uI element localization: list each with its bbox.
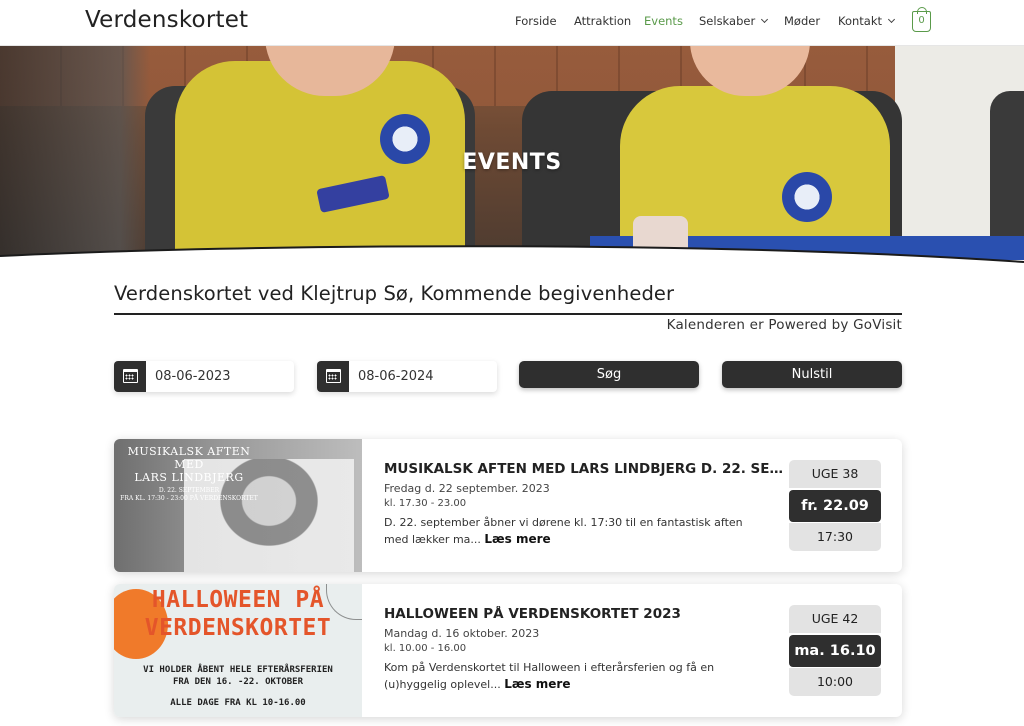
from-date-field[interactable] [114,361,294,392]
nav-item-moder[interactable]: Møder [784,14,820,28]
event-image[interactable]: MUSIKALSK AFTEN MED LARS LINDBJERG D. 22… [114,439,362,572]
event-image[interactable]: HALLOWEEN PÅ VERDENSKORTET VI HOLDER ÅBE… [114,584,362,717]
from-date-input[interactable] [146,361,294,392]
calendar-icon [326,369,341,383]
event-description: Kom på Verdenskortet til Halloween i eft… [384,659,764,693]
reset-button[interactable]: Nulstil [722,361,902,388]
section-divider [114,313,902,315]
cart-count: 0 [918,15,925,26]
event-time: kl. 10.00 - 16.00 [384,643,467,654]
read-more-link[interactable]: Læs mere [484,532,550,546]
to-date-input[interactable] [349,361,497,392]
event-start-time: 10:00 [789,668,881,696]
hero-chair [990,91,1024,260]
cart-icon[interactable]: 0 [912,7,931,32]
nav-item-attraktion[interactable]: Attraktion [574,14,631,28]
nav-item-kontakt[interactable]: Kontakt [838,14,896,28]
calendar-icon [123,369,138,383]
event-title[interactable]: MUSIKALSK AFTEN MED LARS LINDBJERG D. 22… [384,461,784,477]
event-date-box: UGE 38 fr. 22.09 17:30 [789,460,881,551]
event-image-line: VI HOLDER ÅBENT HELE EFTERÅRSFERIEN [143,665,333,675]
event-image-line: MED [174,458,204,471]
event-image-line: MUSIKALSK AFTEN [127,445,251,458]
event-date: Fredag d. 22 september. 2023 [384,482,550,495]
read-more-link[interactable]: Læs mere [504,677,570,691]
nav-item-events[interactable]: Events [644,14,683,28]
event-description: D. 22. september åbner vi dørene kl. 17:… [384,514,764,548]
event-date: Mandag d. 16 oktober. 2023 [384,627,540,640]
nav-item-selskaber-label: Selskaber [699,14,756,28]
event-image-line: FRA KL. 17:30 - 23:00 PÅ VERDENSKORTET [120,495,258,502]
site-header: Verdenskortet Forside Attraktion Events … [0,0,1024,46]
event-week: UGE 42 [789,605,881,633]
event-time: kl. 17.30 - 23.00 [384,498,467,509]
event-day: fr. 22.09 [789,490,881,522]
event-image-line: FRA DEN 16. -22. OKTOBER [172,677,304,687]
chevron-down-icon [761,15,769,24]
calendar-icon-button[interactable] [114,361,146,392]
event-image-title: MUSIKALSK AFTEN MED LARS LINDBJERG [114,445,264,484]
event-image-line: VERDENSKORTET [144,615,332,641]
section-title: Verdenskortet ved Klejtrup Sø, Kommende … [114,282,675,305]
event-date-box: UGE 42 ma. 16.10 10:00 [789,605,881,696]
event-start-time: 17:30 [789,523,881,551]
event-description-text: D. 22. september åbner vi dørene kl. 17:… [384,516,743,546]
event-week: UGE 38 [789,460,881,488]
event-image-line: HALLOWEEN PÅ [151,587,325,613]
event-image-footer: ALLE DAGE FRA KL 10-16.00 [170,698,306,708]
hero-banner: EVENTS [0,46,1024,260]
hero-title: EVENTS [462,150,562,175]
event-image-line: D. 22. SEPTEMBER [158,487,220,494]
event-title[interactable]: HALLOWEEN PÅ VERDENSKORTET 2023 [384,606,784,622]
powered-by-text: Kalenderen er Powered by GoVisit [666,317,902,333]
nav-item-forside[interactable]: Forside [515,14,557,28]
event-image-subtitle: VI HOLDER ÅBENT HELE EFTERÅRSFERIEN FRA … [114,664,362,688]
hero-wave-divider [0,245,1024,268]
event-image-line: LARS LINDBJERG [134,471,244,484]
chevron-down-icon [887,15,896,24]
calendar-icon-button[interactable] [317,361,349,392]
nav-item-selskaber[interactable]: Selskaber [699,14,769,28]
event-image-title: HALLOWEEN PÅ VERDENSKORTET [114,586,362,642]
event-card[interactable]: MUSIKALSK AFTEN MED LARS LINDBJERG D. 22… [114,439,902,572]
event-image-subtitle: D. 22. SEPTEMBER FRA KL. 17:30 - 23:00 P… [114,487,264,503]
event-card[interactable]: HALLOWEEN PÅ VERDENSKORTET VI HOLDER ÅBE… [114,584,902,717]
event-day: ma. 16.10 [789,635,881,667]
nav-item-kontakt-label: Kontakt [838,14,883,28]
search-button[interactable]: Søg [519,361,699,388]
hero-birthday-badge [782,172,832,222]
to-date-field[interactable] [317,361,497,392]
site-logo[interactable]: Verdenskortet [85,7,248,33]
